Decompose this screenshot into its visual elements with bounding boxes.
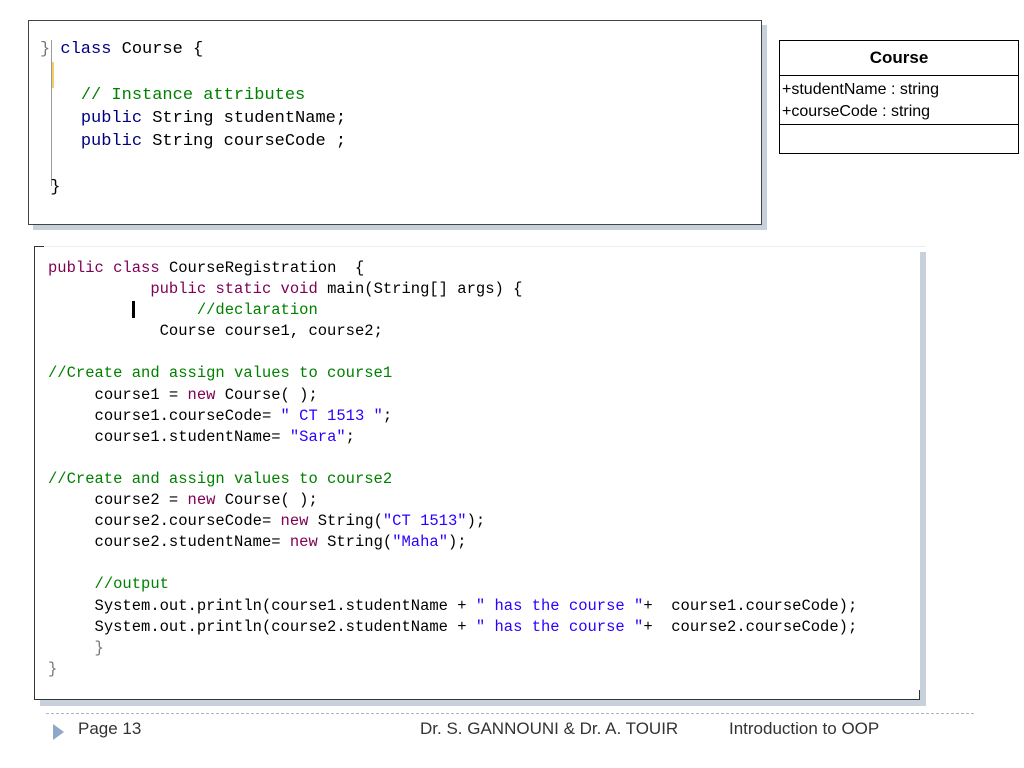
- keyword-public-1: public: [80, 109, 143, 128]
- code-text: course2 =: [94, 491, 188, 510]
- main-program-code: public class CourseRegistration { public…: [48, 258, 857, 680]
- keyword: new: [187, 385, 216, 404]
- uml-attribute: +courseCode : string: [782, 103, 931, 120]
- code-text: }: [94, 638, 104, 657]
- code-comment: //Create and assign values to course2: [48, 469, 393, 488]
- keyword: public static void: [150, 280, 318, 299]
- code-text: ;: [382, 406, 393, 425]
- string-literal: " CT 1513 ": [280, 406, 383, 425]
- code-comment: //output: [94, 575, 169, 594]
- page-number: Page 13: [78, 719, 142, 738]
- code-text: System.out.println(course2.studentName +: [94, 617, 476, 636]
- code-text: + course1.courseCode);: [643, 596, 858, 615]
- keyword: public: [48, 259, 104, 277]
- code-text: course2.studentName=: [94, 533, 290, 552]
- code-text: main(String[] args) {: [317, 280, 523, 299]
- attribute-student-name: String studentName;: [142, 109, 347, 128]
- code-text: course1 =: [94, 385, 188, 404]
- frame-corner: [34, 246, 44, 247]
- frame-edge: [34, 246, 35, 700]
- fold-marker-open: }: [40, 40, 51, 59]
- uml-class-name: Course: [780, 41, 1018, 76]
- string-literal: " has the course ": [475, 596, 644, 615]
- attribute-course-code: String courseCode ;: [142, 132, 347, 151]
- uml-methods: [780, 125, 1018, 154]
- code-text: ;: [345, 427, 355, 446]
- string-literal: "CT 1513": [382, 512, 467, 531]
- code-text: System.out.println(course1.studentName +: [94, 596, 476, 615]
- code-comment: //declaration: [196, 301, 318, 320]
- code-text: Course( );: [215, 385, 318, 404]
- frame-edge: [34, 246, 926, 247]
- keyword: new: [187, 491, 216, 510]
- class-course-code: } class Course { // Instance attributes …: [40, 38, 346, 199]
- code-text: course1.courseCode=: [94, 406, 281, 425]
- keyword-public-2: public: [80, 132, 143, 151]
- frame-edge: [34, 699, 920, 700]
- code-text: + course2.courseCode);: [643, 617, 858, 636]
- string-literal: " has the course ": [475, 617, 644, 636]
- string-literal: "Maha": [392, 533, 448, 552]
- frame-edge: [919, 690, 920, 700]
- bullet-arrow-icon: [53, 724, 64, 740]
- code-text: }: [48, 659, 58, 678]
- code-text: String(: [317, 533, 393, 552]
- keyword-class: class: [60, 40, 112, 59]
- code-text: CourseRegistration {: [159, 259, 365, 277]
- footer-course-title: Introduction to OOP: [729, 719, 880, 738]
- code-text: );: [448, 533, 467, 552]
- footer-authors: Dr. S. GANNOUNI & Dr. A. TOUIR: [420, 719, 679, 738]
- uml-class-diagram: Course +studentName : string +courseCode…: [779, 40, 1019, 154]
- code-text: Course( );: [215, 491, 318, 510]
- code-text: course2.courseCode=: [94, 512, 281, 531]
- keyword: new: [289, 533, 318, 552]
- class-header: Course {: [111, 40, 204, 59]
- attributes-comment: // Instance attributes: [80, 86, 306, 105]
- main-program-code-box: public class CourseRegistration { public…: [34, 246, 926, 700]
- code-text: course1.studentName=: [94, 427, 290, 446]
- code-text: );: [466, 512, 486, 531]
- footer-divider: [46, 713, 974, 714]
- code-comment: //Create and assign values to course1: [48, 364, 393, 383]
- keyword: new: [280, 512, 309, 531]
- string-literal: "Sara": [289, 427, 346, 446]
- code-text: Course course1, course2;: [150, 322, 383, 341]
- keyword: class: [113, 259, 160, 277]
- uml-attributes: +studentName : string +courseCode : stri…: [780, 76, 1018, 125]
- class-close-brace: }: [50, 178, 61, 197]
- code-text: String(: [308, 512, 383, 531]
- text-caret: [132, 301, 135, 318]
- uml-attribute: +studentName : string: [782, 81, 939, 98]
